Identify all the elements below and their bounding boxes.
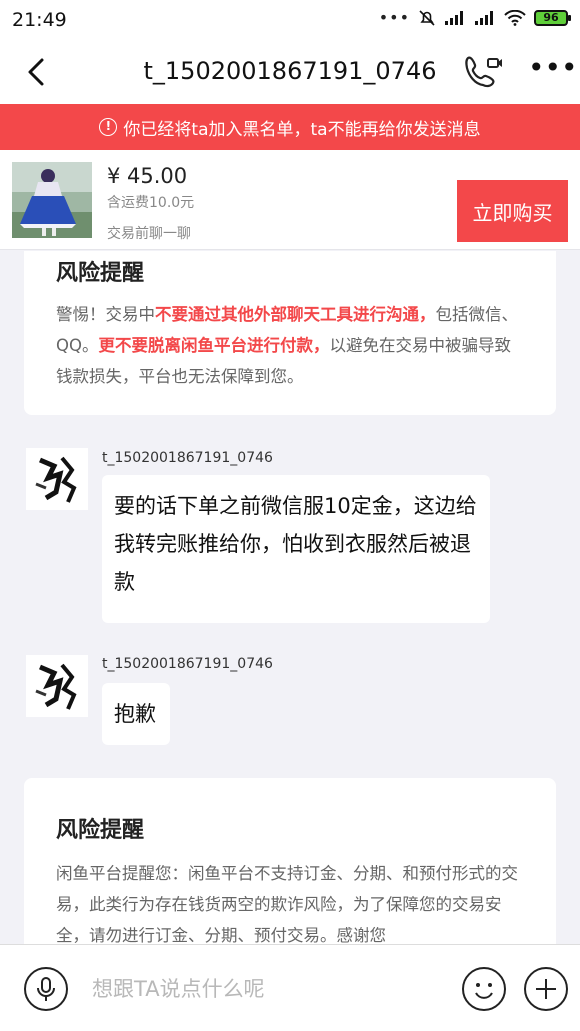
message-bubble[interactable]: 抱歉 [102, 683, 170, 745]
status-bar: 21:49 ••• 96 [0, 0, 580, 40]
blacklist-banner: ! 你已经将ta加入黑名单，ta不能再给你发送消息 [0, 104, 580, 150]
status-time: 21:49 [12, 9, 67, 31]
message-bubble[interactable]: 要的话下单之前微信服10定金，这边给我转完账推给你，怕收到衣服然后被退款 [102, 475, 490, 623]
signal-icon-2 [475, 10, 493, 25]
sender-name: t_1502001867191_0746 [102, 450, 273, 466]
risk-warning-card: 风险提醒 警惕！交易中不要通过其他外部聊天工具进行沟通，包括微信、QQ。更不要脱… [24, 251, 556, 415]
signal-icon [445, 10, 463, 25]
plus-icon[interactable] [524, 967, 568, 1011]
risk-text-highlight1: 不要通过其他外部聊天工具进行沟通， [155, 305, 436, 324]
battery-icon: 96 [534, 9, 571, 26]
risk-text: 警惕！交易中不要通过其他外部聊天工具进行沟通，包括微信、QQ。更不要脱离闲鱼平台… [56, 299, 524, 392]
risk-warning-card-2: 风险提醒 闲鱼平台提醒您：闲鱼平台不支持订金、分期、和预付形式的交易，此类行为存… [24, 778, 556, 944]
alert-icon: ! [99, 118, 118, 136]
product-note: 交易前聊一聊 [107, 226, 191, 242]
avatar[interactable] [26, 448, 88, 510]
chat-title: t_1502001867191_0746 [143, 57, 437, 85]
blacklist-text: 你已经将ta加入黑名单，ta不能再给你发送消息 [123, 119, 481, 140]
mic-icon[interactable] [24, 967, 68, 1011]
chat-area[interactable]: 风险提醒 警惕！交易中不要通过其他外部聊天工具进行沟通，包括微信、QQ。更不要脱… [0, 251, 580, 944]
dots-icon: ••• [378, 8, 410, 27]
video-call-icon[interactable] [462, 54, 502, 90]
shipping-fee: 含运费10.0元 [107, 195, 195, 211]
product-image[interactable] [12, 162, 92, 238]
input-bar [0, 944, 580, 1031]
chat-header: t_1502001867191_0746 ••• [0, 40, 580, 104]
risk-text-highlight2: 更不要脱离闲鱼平台进行付款， [98, 336, 330, 355]
risk-text-2: 闲鱼平台提醒您：闲鱼平台不支持订金、分期、和预付形式的交易，此类行为存在钱货两空… [56, 864, 518, 944]
status-icons: ••• 96 [378, 8, 571, 27]
product-price: ¥ 45.00 [107, 164, 188, 188]
wifi-icon [504, 9, 526, 26]
risk-title: 风险提醒 [56, 261, 145, 286]
mute-bell-icon [419, 9, 435, 26]
risk-text-part1: 警惕！交易中 [56, 305, 155, 324]
buy-now-button[interactable]: 立即购买 [457, 180, 568, 242]
risk-title-2: 风险提醒 [56, 818, 145, 843]
back-icon[interactable] [22, 56, 54, 88]
more-icon[interactable]: ••• [528, 54, 578, 82]
avatar[interactable] [26, 655, 88, 717]
emoji-icon[interactable] [462, 967, 506, 1011]
message-input[interactable] [92, 969, 442, 1009]
sender-name: t_1502001867191_0746 [102, 656, 273, 672]
